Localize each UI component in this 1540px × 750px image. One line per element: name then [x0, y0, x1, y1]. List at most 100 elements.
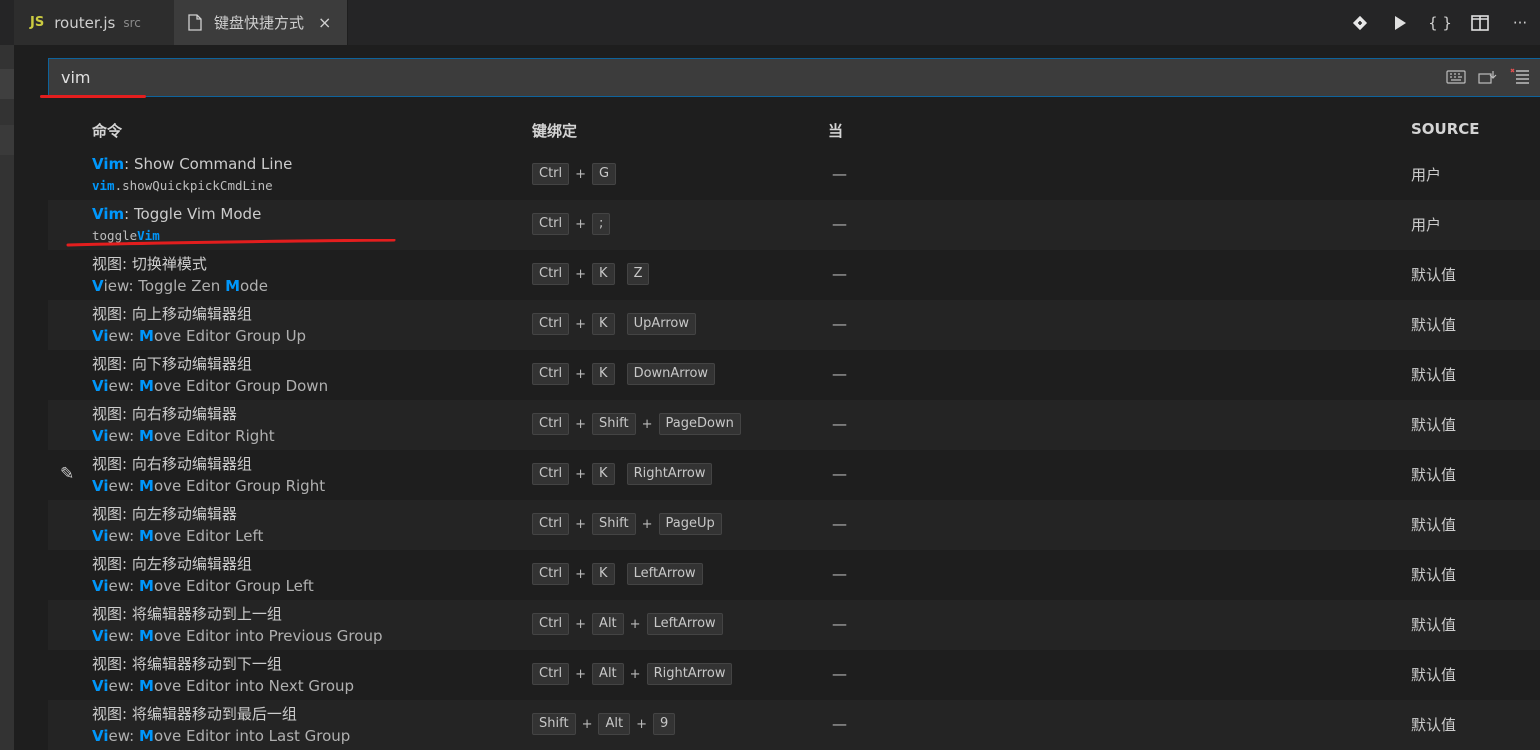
- more-icon[interactable]: ···: [1500, 0, 1540, 45]
- keybinding-cell[interactable]: Ctrl + Alt + LeftArrow: [532, 613, 723, 635]
- tab-keyboard-shortcuts[interactable]: 键盘快捷方式 ×: [174, 0, 348, 45]
- key-cap: Shift: [592, 513, 636, 535]
- keybinding-cell[interactable]: Ctrl + K LeftArrow: [532, 563, 703, 585]
- match-highlight: Vi: [92, 527, 109, 545]
- keybinding-cell[interactable]: Ctrl + Shift + PageUp: [532, 513, 722, 535]
- command-subtitle-text: ode: [240, 277, 268, 295]
- source-cell: 用户: [1411, 166, 1442, 184]
- match-highlight: M: [139, 727, 154, 745]
- key-separator: +: [575, 566, 587, 582]
- command-subtitle: View: Move Editor into Next Group: [92, 675, 354, 697]
- tab-label: router.js: [54, 13, 116, 32]
- key-cap: G: [592, 163, 617, 185]
- command-subtitle: View: Move Editor into Previous Group: [92, 625, 382, 647]
- keybinding-cell[interactable]: Ctrl +;: [532, 213, 611, 235]
- keybinding-cell[interactable]: Ctrl + G: [532, 163, 617, 185]
- source-cell: 默认值: [1411, 616, 1457, 634]
- key-cap: RightArrow: [646, 663, 733, 685]
- keybinding-cell[interactable]: Shift + Alt +9: [532, 713, 676, 735]
- command-subtitle-text: ove Editor Group Right: [153, 477, 326, 495]
- match-highlight: Vi: [92, 427, 109, 445]
- command-cell: 视图: 向左移动编辑器组 View: Move Editor Group Left: [92, 554, 314, 597]
- command-title: 视图: 向右移动编辑器: [92, 405, 237, 423]
- braces-icon[interactable]: { }: [1420, 0, 1460, 45]
- table-row[interactable]: 视图: 向左移动编辑器组 View: Move Editor Group Left…: [48, 550, 1540, 600]
- key-cap: K: [592, 463, 615, 485]
- command-subtitle-text: ew:: [108, 327, 139, 345]
- command-title: 视图: 向左移动编辑器: [92, 505, 237, 523]
- command-title: 视图: 将编辑器移动到下一组: [92, 655, 282, 673]
- key-cap: K: [592, 263, 615, 285]
- edit-pencil-icon[interactable]: ✎: [60, 464, 74, 484]
- command-cell: 视图: 将编辑器移动到最后一组 View: Move Editor into La…: [92, 704, 350, 747]
- editor-toolbar: { } ···: [1340, 0, 1540, 45]
- header-when[interactable]: 当: [828, 120, 843, 141]
- search-input[interactable]: [61, 59, 1421, 96]
- keybinding-cell[interactable]: Ctrl + K Z: [532, 263, 650, 285]
- table-row[interactable]: Vim: Show Command Line vim.showQuickpickC…: [48, 150, 1540, 200]
- command-title: 视图: 向上移动编辑器组: [92, 305, 252, 323]
- table-row[interactable]: 视图: 将编辑器移动到最后一组 View: Move Editor into La…: [48, 700, 1540, 750]
- run-icon[interactable]: [1380, 0, 1420, 45]
- when-cell: —: [832, 715, 847, 733]
- keybinding-cell[interactable]: Ctrl + Alt + RightArrow: [532, 663, 733, 685]
- table-row[interactable]: 视图: 向上移动编辑器组 View: Move Editor Group Up Ct…: [48, 300, 1540, 350]
- tab-label: 键盘快捷方式: [214, 14, 305, 32]
- table-row[interactable]: 视图: 向左移动编辑器 View: Move Editor Left Ctrl + Sh…: [48, 500, 1540, 550]
- when-cell: —: [832, 215, 847, 233]
- tab-router-js[interactable]: JS router.js src: [14, 0, 174, 45]
- when-cell: —: [832, 615, 847, 633]
- keybinding-cell[interactable]: Ctrl + K UpArrow: [532, 313, 696, 335]
- keybinding-cell[interactable]: Ctrl + K DownArrow: [532, 363, 716, 385]
- key-separator: +: [575, 266, 587, 282]
- table-row[interactable]: 视图: 将编辑器移动到下一组 View: Move Editor into Nex…: [48, 650, 1540, 700]
- command-title: 视图: 向右移动编辑器组: [92, 455, 252, 473]
- split-editor-icon[interactable]: [1460, 0, 1500, 45]
- command-subtitle-text: ove Editor Right: [153, 427, 275, 445]
- key-separator: +: [575, 366, 587, 382]
- header-keybinding[interactable]: 键绑定: [532, 120, 577, 141]
- table-row[interactable]: 视图: 将编辑器移动到上一组 View: Move Editor into Pre…: [48, 600, 1540, 650]
- red-annotation-underline: [40, 95, 146, 98]
- key-cap: PageDown: [658, 413, 741, 435]
- sort-precedence-icon[interactable]: [1510, 68, 1530, 90]
- command-subtitle-text: ew:: [108, 377, 139, 395]
- when-cell: —: [832, 515, 847, 533]
- key-separator: +: [575, 516, 587, 532]
- key-cap: Ctrl: [532, 213, 570, 235]
- command-subtitle-text: ew:: [108, 427, 139, 445]
- command-cell: 视图: 向右移动编辑器 View: Move Editor Right: [92, 404, 275, 447]
- key-cap: Ctrl: [532, 463, 570, 485]
- command-subtitle-text: ew:: [108, 727, 139, 745]
- command-cell: 视图: 向左移动编辑器 View: Move Editor Left: [92, 504, 263, 547]
- header-command[interactable]: 命令: [92, 120, 122, 141]
- table-row[interactable]: ✎ 视图: 向右移动编辑器组 View: Move Editor Group Rig…: [48, 450, 1540, 500]
- table-row[interactable]: 视图: 切换禅模式 View: Toggle Zen Mode Ctrl + K Z — 默认…: [48, 250, 1540, 300]
- table-row[interactable]: 视图: 向右移动编辑器 View: Move Editor Right Ctrl + S…: [48, 400, 1540, 450]
- command-title: 视图: 向左移动编辑器组: [92, 555, 252, 573]
- key-cap: Alt: [592, 613, 624, 635]
- keyboard-icon[interactable]: [1446, 70, 1466, 88]
- key-cap: Z: [626, 263, 650, 285]
- when-cell: —: [832, 565, 847, 583]
- git-diff-icon[interactable]: [1340, 0, 1380, 45]
- keybinding-cell[interactable]: Ctrl + Shift + PageDown: [532, 413, 741, 435]
- key-cap: Ctrl: [532, 163, 570, 185]
- command-subtitle-text: iew: Toggle Zen: [103, 277, 226, 295]
- editor-tab-bar: JS router.js src 键盘快捷方式 × { } ···: [0, 0, 1540, 45]
- keybinding-cell[interactable]: Ctrl + K RightArrow: [532, 463, 713, 485]
- source-cell: 默认值: [1411, 516, 1457, 534]
- table-row[interactable]: 视图: 向下移动编辑器组 View: Move Editor Group Down…: [48, 350, 1540, 400]
- command-title: 视图: 向下移动编辑器组: [92, 355, 252, 373]
- command-title: 视图: 切换禅模式: [92, 255, 207, 273]
- source-cell: 默认值: [1411, 466, 1457, 484]
- key-cap: Ctrl: [532, 363, 570, 385]
- command-subtitle-text: ove Editor Group Left: [153, 577, 314, 595]
- command-id-text: .showQuickpickCmdLine: [114, 178, 273, 193]
- header-source[interactable]: SOURCE: [1411, 120, 1480, 138]
- match-highlight: M: [139, 427, 154, 445]
- close-icon[interactable]: ×: [318, 13, 331, 32]
- command-title: 视图: 将编辑器移动到最后一组: [92, 705, 297, 723]
- red-annotation-underline: [66, 239, 396, 247]
- record-keys-icon[interactable]: [1478, 69, 1498, 89]
